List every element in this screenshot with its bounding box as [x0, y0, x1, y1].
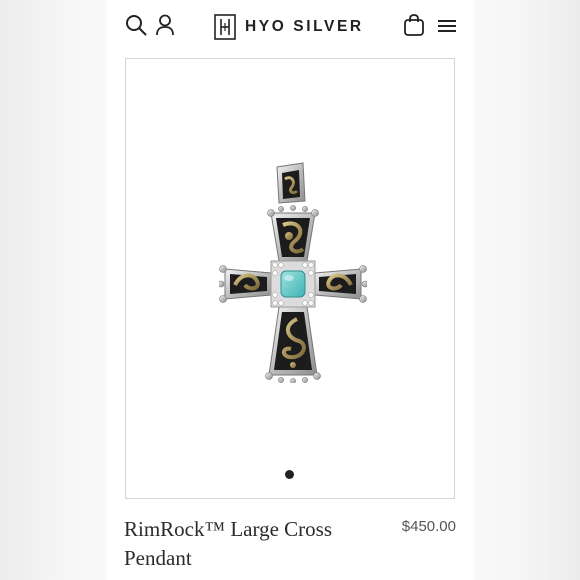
- background-right: [474, 0, 580, 580]
- cart-icon[interactable]: [402, 12, 426, 38]
- product-image: [217, 161, 369, 384]
- menu-icon[interactable]: [436, 16, 458, 36]
- gallery-pagination-dot-active[interactable]: [285, 470, 294, 479]
- account-icon[interactable]: [154, 13, 176, 37]
- cross-pendant-illustration: [217, 162, 369, 384]
- product-price: $450.00: [401, 518, 456, 535]
- background-left: [0, 0, 106, 580]
- brand-name: HYO SILVER: [245, 18, 364, 35]
- product-title: RimRock™ Large Cross Pendant: [124, 517, 333, 570]
- search-icon[interactable]: [124, 13, 148, 37]
- brand-monogram-icon: [214, 14, 236, 40]
- brand-logo[interactable]: HYO SILVER: [214, 13, 364, 41]
- product-image-gallery[interactable]: [125, 58, 455, 499]
